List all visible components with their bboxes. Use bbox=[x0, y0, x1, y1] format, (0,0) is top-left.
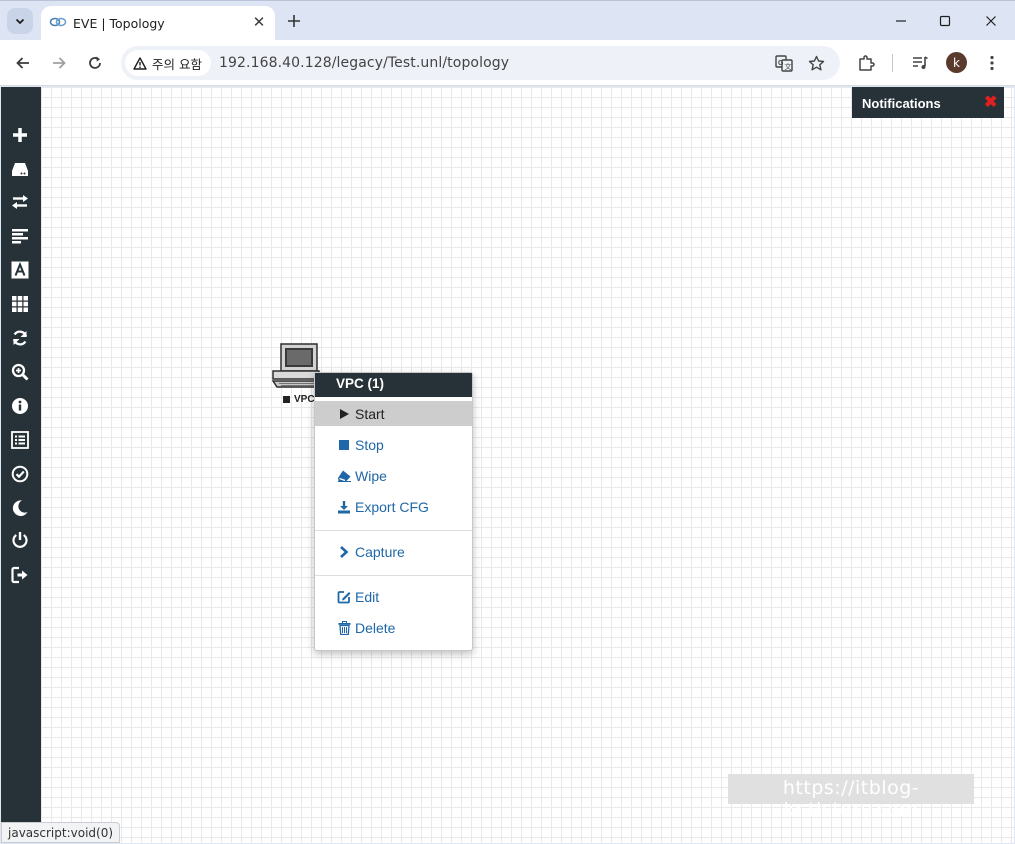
node-label: VPC bbox=[283, 394, 315, 405]
menu-item-label: Export CFG bbox=[355, 498, 429, 515]
download-icon bbox=[336, 499, 352, 515]
chevron-down-icon bbox=[15, 18, 25, 25]
topology-canvas[interactable]: Notifications ✖ VPC VPC (1) Start Stop W… bbox=[1, 87, 1014, 843]
node-label-text: VPC bbox=[294, 394, 315, 405]
node-status-square bbox=[283, 396, 290, 403]
eve-logo-icon bbox=[49, 17, 67, 27]
list-icon[interactable] bbox=[9, 429, 31, 451]
arrow-left-icon bbox=[16, 57, 29, 69]
close-icon[interactable]: ✖ bbox=[984, 92, 997, 112]
context-menu-item-stop[interactable]: Stop bbox=[315, 432, 472, 457]
close-icon bbox=[986, 16, 996, 26]
browser-tab-active[interactable]: EVE | Topology ✕ bbox=[41, 6, 275, 41]
menu-item-label: Capture bbox=[355, 543, 405, 560]
browser-toolbar: 주의 요함 192.168.40.128/legacy/Test.unl/top… bbox=[0, 40, 1015, 86]
trash-icon bbox=[336, 620, 352, 636]
refresh-icon[interactable] bbox=[9, 327, 31, 349]
context-menu-item-start[interactable]: Start bbox=[315, 401, 472, 426]
maximize-button[interactable] bbox=[932, 9, 958, 33]
arrow-right-icon bbox=[53, 57, 66, 69]
menu-divider bbox=[315, 575, 472, 576]
close-window-button[interactable] bbox=[978, 9, 1004, 33]
edit-icon bbox=[336, 589, 352, 605]
context-menu-item-capture[interactable]: Capture bbox=[315, 539, 472, 564]
info-icon[interactable] bbox=[9, 395, 31, 417]
chevron-right-icon bbox=[336, 544, 352, 560]
notifications-panel: Notifications ✖ bbox=[852, 87, 1004, 118]
eraser-icon bbox=[336, 468, 352, 484]
context-menu-item-wipe[interactable]: Wipe bbox=[315, 463, 472, 488]
back-button[interactable] bbox=[10, 50, 36, 76]
context-menu-item-export-cfg[interactable]: Export CFG bbox=[315, 494, 472, 519]
check-circle-icon[interactable] bbox=[9, 463, 31, 485]
tab-search-button[interactable] bbox=[7, 8, 33, 34]
minimize-button[interactable] bbox=[888, 9, 914, 33]
maximize-icon bbox=[939, 15, 951, 27]
more-menu-icon[interactable] bbox=[979, 50, 1005, 76]
hdd-icon[interactable] bbox=[9, 158, 31, 180]
menu-item-label: Delete bbox=[355, 619, 396, 636]
context-menu-title: VPC (1) bbox=[315, 373, 472, 397]
minimize-icon bbox=[896, 20, 906, 22]
notifications-title: Notifications bbox=[862, 96, 941, 111]
translate-icon[interactable]: G文 bbox=[773, 52, 795, 74]
status-bar: javascript:void(0) bbox=[1, 822, 121, 843]
grid-icon[interactable] bbox=[9, 293, 31, 315]
zoom-in-icon[interactable] bbox=[9, 361, 31, 383]
reload-icon bbox=[89, 56, 101, 69]
url-text[interactable]: 192.168.40.128/legacy/Test.unl/topology bbox=[219, 55, 509, 71]
logout-icon[interactable] bbox=[9, 564, 31, 586]
play-icon bbox=[336, 406, 352, 422]
font-icon[interactable] bbox=[9, 259, 31, 281]
menu-divider bbox=[315, 530, 472, 531]
sidebar bbox=[1, 87, 41, 843]
node-context-menu: VPC (1) Start Stop Wipe Export CFG Captu… bbox=[314, 372, 473, 651]
tab-close-icon[interactable]: ✕ bbox=[250, 13, 268, 31]
reload-button[interactable] bbox=[82, 50, 108, 76]
security-label: 주의 요함 bbox=[152, 56, 202, 72]
svg-text:文: 文 bbox=[785, 62, 792, 71]
address-bar[interactable]: 주의 요함 192.168.40.128/legacy/Test.unl/top… bbox=[121, 46, 840, 80]
svg-text:G: G bbox=[778, 60, 784, 67]
extensions-icon[interactable] bbox=[853, 50, 879, 76]
exchange-icon[interactable] bbox=[9, 191, 31, 213]
warning-icon bbox=[133, 56, 147, 70]
menu-item-label: Wipe bbox=[355, 467, 387, 484]
context-menu-item-delete[interactable]: Delete bbox=[315, 615, 472, 640]
context-menu-item-edit[interactable]: Edit bbox=[315, 584, 472, 609]
profile-avatar[interactable]: k bbox=[946, 52, 967, 73]
browser-tab-bar: EVE | Topology ✕ bbox=[0, 0, 1015, 41]
media-queue-icon[interactable] bbox=[907, 50, 933, 76]
watermark: https://itblog-kr.tistory.com bbox=[728, 774, 974, 821]
plus-icon bbox=[288, 15, 300, 27]
stop-icon bbox=[336, 437, 352, 453]
security-chip[interactable]: 주의 요함 bbox=[125, 50, 211, 76]
align-left-icon[interactable] bbox=[9, 225, 31, 247]
bookmark-star-icon[interactable] bbox=[805, 52, 827, 74]
toolbar-divider bbox=[892, 54, 893, 72]
menu-item-label: Start bbox=[355, 405, 385, 422]
forward-button[interactable] bbox=[46, 50, 72, 76]
plus-icon[interactable] bbox=[9, 124, 31, 146]
menu-item-label: Stop bbox=[355, 436, 384, 453]
menu-item-label: Edit bbox=[355, 588, 380, 605]
new-tab-button[interactable] bbox=[283, 10, 305, 32]
tab-title: EVE | Topology bbox=[73, 16, 165, 31]
power-icon[interactable] bbox=[9, 529, 31, 551]
moon-icon[interactable] bbox=[9, 497, 31, 519]
